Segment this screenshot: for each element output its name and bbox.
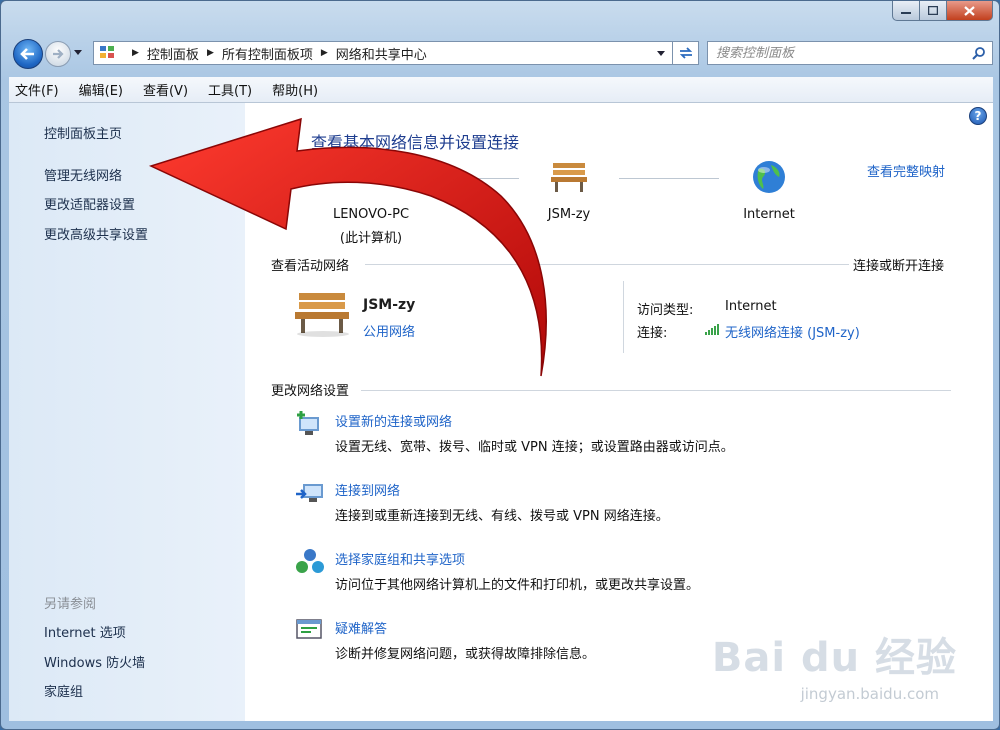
sidebar-adapter-settings[interactable]: 更改适配器设置 <box>44 194 135 213</box>
node-computer-sub: (此计算机) <box>339 231 403 246</box>
back-arrow-icon <box>20 48 34 60</box>
page-title: 查看基本网络信息并设置连接 <box>311 133 520 152</box>
connect-network-icon <box>296 484 323 502</box>
connection-label: 连接: <box>637 326 668 341</box>
map-connector-2 <box>619 178 719 179</box>
access-type-value: Internet <box>725 299 777 314</box>
search-input[interactable] <box>716 45 956 61</box>
active-network-divider <box>623 281 624 353</box>
task-setup-new-connection[interactable]: 设置新的连接或网络 <box>335 411 452 430</box>
breadcrumb-all-items[interactable]: 所有控制面板项 <box>222 44 313 63</box>
active-network-bench-icon <box>295 293 349 337</box>
globe-icon[interactable] <box>751 159 787 195</box>
view-full-map-link[interactable]: 查看完整映射 <box>867 161 945 180</box>
breadcrumb-control-panel[interactable]: 控制面板 <box>147 44 199 63</box>
task-homegroup-sharing[interactable]: 选择家庭组和共享选项 <box>335 549 465 568</box>
wireless-connection-link[interactable]: 无线网络连接 (JSM-zy) <box>725 322 860 341</box>
question-icon: ? <box>974 109 982 123</box>
sidebar-windows-firewall[interactable]: Windows 防火墙 <box>44 652 145 671</box>
menu-bar: 文件(F) 编辑(E) 查看(V) 工具(T) 帮助(H) <box>9 77 993 103</box>
refresh-icon <box>679 47 692 59</box>
close-button[interactable] <box>947 1 993 21</box>
maximize-icon <box>928 6 938 15</box>
breadcrumb: ▶ 控制面板 ▶ 所有控制面板项 ▶ 网络和共享中心 <box>124 44 427 63</box>
troubleshoot-icon <box>296 619 322 639</box>
menu-help[interactable]: 帮助(H) <box>272 80 318 99</box>
baidu-watermark-url: jingyan.baidu.com <box>800 685 939 703</box>
breadcrumb-network-center[interactable]: 网络和共享中心 <box>336 44 427 63</box>
change-settings-header: 更改网络设置 <box>271 384 350 399</box>
help-button[interactable]: ? <box>969 107 987 125</box>
active-network-name: JSM-zy <box>363 297 416 313</box>
search-box[interactable] <box>707 41 993 65</box>
connect-disconnect-link[interactable]: 连接或断开连接 <box>853 255 944 274</box>
change-settings-rule <box>361 390 951 391</box>
caption-buttons <box>892 1 993 21</box>
control-panel-icon <box>100 46 114 58</box>
access-type-label: 访问类型: <box>637 303 694 318</box>
sidebar-advanced-sharing[interactable]: 更改高级共享设置 <box>44 224 148 243</box>
network-type-link[interactable]: 公用网络 <box>363 321 415 340</box>
node-network-name: JSM-zy <box>547 207 591 222</box>
wifi-signal-icon <box>705 324 719 335</box>
see-also-header: 另请参阅 <box>44 597 97 612</box>
address-dropdown-icon[interactable] <box>656 50 666 57</box>
new-connection-icon <box>297 411 319 435</box>
back-button[interactable] <box>13 39 43 69</box>
window: ▶ 控制面板 ▶ 所有控制面板项 ▶ 网络和共享中心 文件(F) 编辑(E) 查… <box>0 0 1000 730</box>
sidebar-manage-wireless[interactable]: 管理无线网络 <box>44 165 122 184</box>
forward-button[interactable] <box>45 41 71 67</box>
task-connect-to-network-desc: 连接到或重新连接到无线、有线、拨号或 VPN 网络连接。 <box>335 509 669 524</box>
menu-edit[interactable]: 编辑(E) <box>79 80 123 99</box>
bench-icon[interactable] <box>549 159 589 193</box>
sidebar-internet-options[interactable]: Internet 选项 <box>44 622 126 641</box>
recent-pages-dropdown-icon[interactable] <box>73 49 83 57</box>
search-icon[interactable] <box>972 46 986 60</box>
task-homegroup-sharing-desc: 访问位于其他网络计算机上的文件和打印机，或更改共享设置。 <box>335 578 700 593</box>
minimize-icon <box>901 11 911 14</box>
task-troubleshoot-desc: 诊断并修复网络问题，或获得故障排除信息。 <box>335 647 596 662</box>
close-icon <box>964 5 975 16</box>
baidu-watermark: Bai du 经验 <box>711 635 957 681</box>
task-troubleshoot[interactable]: 疑难解答 <box>335 618 387 637</box>
minimize-button[interactable] <box>892 1 920 21</box>
homegroup-icon <box>296 549 324 573</box>
menu-file[interactable]: 文件(F) <box>15 80 59 99</box>
sidebar: 控制面板主页 管理无线网络 更改适配器设置 更改高级共享设置 另请参阅 Inte… <box>9 103 245 721</box>
menu-view[interactable]: 查看(V) <box>143 80 188 99</box>
maximize-button[interactable] <box>920 1 947 21</box>
sidebar-control-panel-home[interactable]: 控制面板主页 <box>44 123 122 142</box>
active-networks-rule <box>365 264 849 265</box>
sidebar-homegroup[interactable]: 家庭组 <box>44 681 83 700</box>
node-computer-name: LENOVO-PC <box>332 207 410 222</box>
task-connect-to-network[interactable]: 连接到网络 <box>335 480 400 499</box>
content-area: 控制面板主页 管理无线网络 更改适配器设置 更改高级共享设置 另请参阅 Inte… <box>9 103 993 721</box>
navigation-bar: ▶ 控制面板 ▶ 所有控制面板项 ▶ 网络和共享中心 <box>9 37 993 71</box>
map-connector-1 <box>429 178 519 179</box>
address-bar[interactable]: ▶ 控制面板 ▶ 所有控制面板项 ▶ 网络和共享中心 <box>93 41 673 65</box>
task-setup-new-connection-desc: 设置无线、宽带、拨号、临时或 VPN 连接；或设置路由器或访问点。 <box>335 440 734 455</box>
node-internet-name: Internet <box>743 207 795 222</box>
menu-tools[interactable]: 工具(T) <box>208 80 252 99</box>
active-networks-header: 查看活动网络 <box>271 259 350 274</box>
forward-arrow-icon <box>53 49 64 59</box>
refresh-button[interactable] <box>673 41 699 65</box>
